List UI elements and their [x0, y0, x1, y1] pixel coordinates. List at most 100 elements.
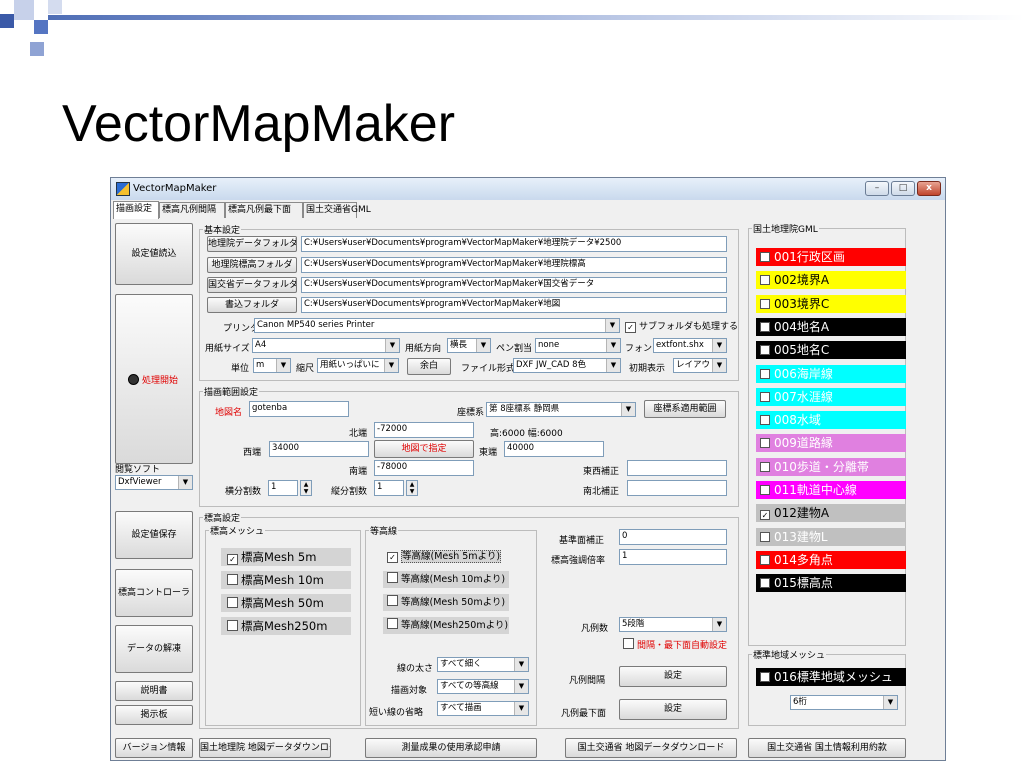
east-field[interactable]: 40000	[504, 441, 604, 457]
data-extract-button[interactable]: データの解凍	[115, 625, 193, 673]
close-button[interactable]: x	[917, 181, 941, 196]
omit-short-select[interactable]: すべて描画 ▼	[437, 701, 529, 716]
west-field[interactable]: 34000	[269, 441, 369, 457]
std-mesh-checkbox[interactable]: 016標準地域メッシュ	[756, 668, 906, 686]
gml-layer-checkbox[interactable]: 005地名C	[756, 341, 906, 360]
gml-layer-checkbox[interactable]: 001行政区画	[756, 248, 906, 266]
v-divisions-field[interactable]: 1	[374, 480, 404, 496]
omit-short-label: 短い線の省略	[369, 708, 424, 718]
process-start-button[interactable]: 処理開始	[115, 294, 193, 464]
font-select[interactable]: extfont.shx ▼	[653, 338, 727, 353]
gml-layer-checkbox[interactable]: 006海岸線	[756, 364, 906, 383]
contour-10m-checkbox[interactable]: 等高線(Mesh 10mより)	[383, 571, 509, 588]
auto-setting-label: 間隔・最下面自動設定	[637, 641, 728, 651]
tab-draw-settings[interactable]: 描画設定	[113, 201, 159, 219]
write-folder-button[interactable]: 書込フォルダ	[207, 297, 297, 313]
gml-layer-checkbox[interactable]: 007水涯線	[756, 387, 906, 406]
maximize-button[interactable]: □	[891, 181, 915, 196]
gml-layer-checkbox[interactable]: 011軌道中心線	[756, 481, 906, 499]
gsi-download-button[interactable]: 国土地理院 地図データダウンロード	[199, 738, 331, 758]
version-info-button[interactable]: バージョン情報	[115, 738, 193, 758]
h-divisions-spinner[interactable]: ▲ ▼	[300, 480, 312, 496]
viewer-select[interactable]: DxfViewer ▼	[115, 475, 193, 490]
app-window: VectorMapMaker – □ x 描画設定 標高凡例間隔 標高凡例最下面…	[110, 177, 946, 761]
bbs-button[interactable]: 掲示板	[115, 705, 193, 725]
mesh-10m-checkbox[interactable]: 標高Mesh 10m	[221, 571, 351, 589]
line-width-select[interactable]: すべて細く ▼	[437, 657, 529, 672]
contour-50m-checkbox[interactable]: 等高線(Mesh 50mより)	[383, 594, 509, 611]
viewer-label: 閲覧ソフト	[115, 465, 161, 475]
draw-target-select[interactable]: すべての等高線 ▼	[437, 679, 529, 694]
gsi-data-folder-field[interactable]: C:¥Users¥user¥Documents¥program¥VectorMa…	[301, 236, 727, 252]
h-divisions-field[interactable]: 1	[268, 480, 298, 496]
mlit-data-folder-field[interactable]: C:¥Users¥user¥Documents¥program¥VectorMa…	[301, 277, 727, 293]
coord-range-button[interactable]: 座標系適用範囲	[644, 400, 726, 418]
gml-layer-checkbox[interactable]: 014多角点	[756, 550, 906, 569]
scale-select[interactable]: 用紙いっぱいに ▼	[317, 358, 399, 373]
load-settings-button[interactable]: 設定値読込	[115, 223, 193, 285]
subfolder-checkbox[interactable]: ✓ サブフォルダも処理する	[625, 319, 738, 333]
survey-apply-button[interactable]: 測量成果の使用承認申請	[365, 738, 537, 758]
mlit-download-button[interactable]: 国土交通省 地図データダウンロード	[565, 738, 737, 758]
contour-5m-checkbox[interactable]: ✓ 等高線(Mesh 5mより)	[383, 548, 509, 565]
legend-bottom-button[interactable]: 設定	[619, 699, 727, 720]
gsi-elev-folder-button[interactable]: 地理院標高フォルダ	[207, 257, 297, 273]
gsi-elev-folder-field[interactable]: C:¥Users¥user¥Documents¥program¥VectorMa…	[301, 257, 727, 273]
save-settings-button[interactable]: 設定値保存	[115, 511, 193, 559]
auto-setting-checkbox[interactable]: 間隔・最下面自動設定	[623, 638, 727, 651]
gml-layer-checkbox[interactable]: 003境界C	[756, 294, 906, 313]
initial-view-select[interactable]: レイアウト ▼	[673, 358, 727, 373]
unit-select[interactable]: m ▼	[253, 358, 291, 373]
orientation-select[interactable]: 横長 ▼	[447, 338, 491, 353]
ns-correction-field[interactable]	[627, 480, 727, 496]
gml-layer-checkbox[interactable]: 015標高点	[756, 574, 906, 593]
printer-select[interactable]: Canon MP540 series Printer ▼	[254, 318, 620, 333]
write-folder-field[interactable]: C:¥Users¥user¥Documents¥program¥VectorMa…	[301, 297, 727, 313]
mesh-5m-label: 標高Mesh 5m	[241, 550, 317, 564]
gml-layer-checkbox[interactable]: 008水域	[756, 411, 906, 430]
north-field[interactable]: -72000	[374, 422, 474, 438]
checkbox-icon: ✓	[227, 554, 238, 565]
mesh-5m-checkbox[interactable]: ✓ 標高Mesh 5m	[221, 548, 351, 566]
map-name-field[interactable]: gotenba	[249, 401, 349, 417]
gsi-data-folder-button[interactable]: 地理院データフォルダ	[207, 236, 297, 252]
gml-layer-checkbox[interactable]: 002境界A	[756, 271, 906, 290]
base-correction-field[interactable]: 0	[619, 529, 727, 545]
tab-elev-legend-bottom[interactable]: 標高凡例最下面	[225, 202, 303, 218]
mesh-250m-checkbox[interactable]: 標高Mesh250m	[221, 617, 351, 635]
elev-controller-button[interactable]: 標高コントローラ	[115, 569, 193, 617]
checkbox-icon	[760, 578, 770, 589]
specify-on-map-button[interactable]: 地図で指定	[374, 440, 474, 458]
mlit-data-folder-button[interactable]: 国交省データフォルダ	[207, 277, 297, 293]
pen-assign-select[interactable]: none ▼	[535, 338, 621, 353]
gml-layer-checkbox[interactable]: ✓ 012建物A	[756, 504, 906, 523]
gml-layer-checkbox[interactable]: 010歩道・分離帯	[756, 457, 906, 476]
gml-layer-label: 001行政区画	[774, 250, 845, 264]
v-divisions-spinner[interactable]: ▲ ▼	[406, 480, 418, 496]
legend-interval-button[interactable]: 設定	[619, 666, 727, 687]
gml-layer-checkbox[interactable]: 009道路縁	[756, 434, 906, 453]
gml-layer-checkbox[interactable]: 013建物L	[756, 527, 906, 546]
coord-system-select[interactable]: 第 8座標系 静岡県 ▼	[486, 402, 636, 417]
checkbox-icon: ✓	[625, 322, 636, 333]
tab-elev-legend-interval[interactable]: 標高凡例間隔	[159, 202, 225, 218]
gml-layer-checkbox[interactable]: 004地名A	[756, 317, 906, 336]
title-bar: VectorMapMaker – □ x	[111, 178, 945, 200]
paper-size-select[interactable]: A4 ▼	[252, 338, 400, 353]
mesh-digits-select[interactable]: 6桁 ▼	[790, 695, 898, 710]
minimize-button[interactable]: –	[865, 181, 889, 196]
checkbox-icon	[760, 485, 770, 495]
elev-ratio-field[interactable]: 1	[619, 549, 727, 565]
south-field[interactable]: -78000	[374, 460, 474, 476]
ew-correction-field[interactable]	[627, 460, 727, 476]
checkbox-icon	[760, 368, 770, 379]
legend-count-select[interactable]: 5段階 ▼	[619, 617, 727, 632]
std-mesh-group: 標準地域メッシュ	[748, 648, 906, 726]
mesh-50m-checkbox[interactable]: 標高Mesh 50m	[221, 594, 351, 612]
tab-mlit-gml[interactable]: 国土交通省GML	[303, 202, 371, 218]
margin-button[interactable]: 余白	[407, 358, 451, 375]
mlit-terms-button[interactable]: 国土交通省 国土情報利用約款	[748, 738, 906, 758]
file-format-select[interactable]: DXF JW_CAD 8色 ▼	[513, 358, 621, 373]
manual-button[interactable]: 説明書	[115, 681, 193, 701]
contour-250m-checkbox[interactable]: 等高線(Mesh250mより)	[383, 617, 509, 634]
